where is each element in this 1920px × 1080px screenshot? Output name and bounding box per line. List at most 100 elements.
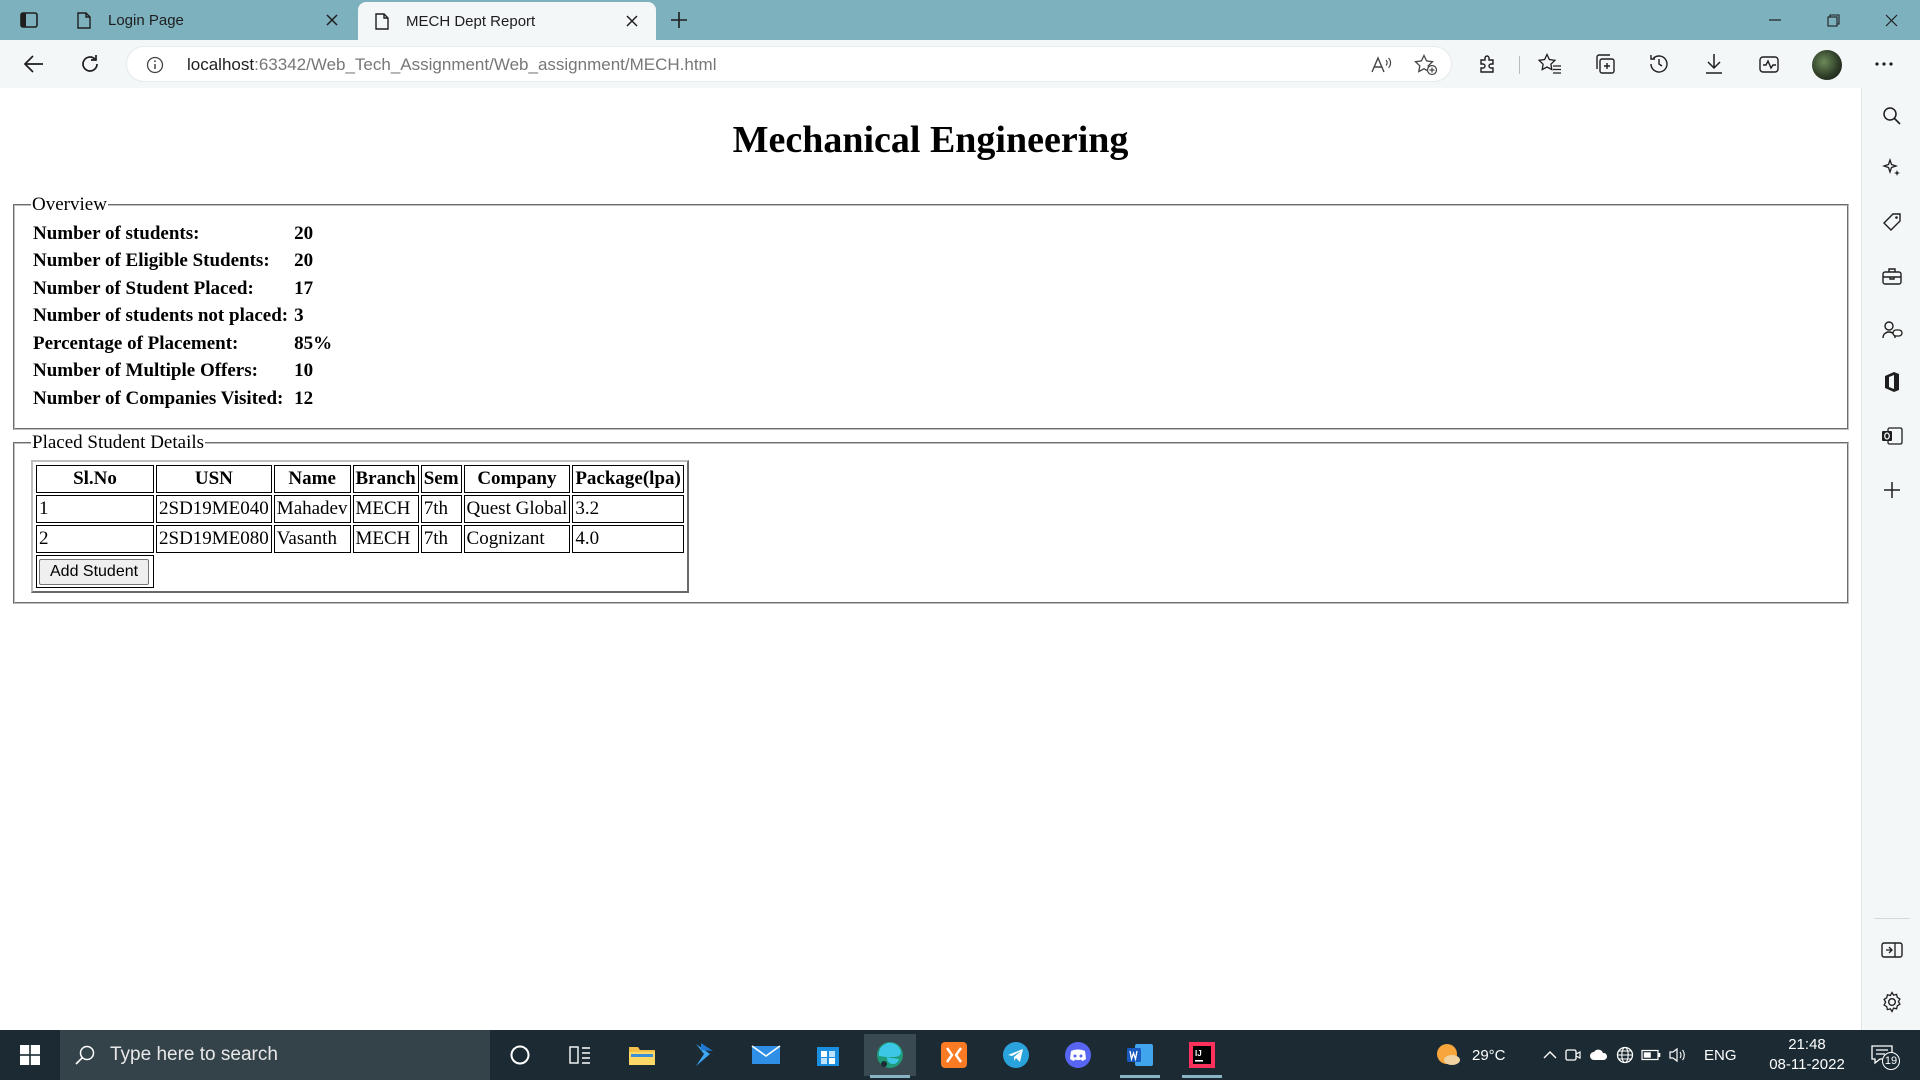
table-cell: 2SD19ME080	[156, 525, 272, 553]
edge-app[interactable]	[864, 1034, 916, 1078]
weather-widget[interactable]: 29°C	[1434, 1030, 1506, 1080]
games-icon	[1882, 321, 1903, 339]
close-window-button[interactable]	[1862, 0, 1920, 40]
url-text[interactable]: localhost:63342/Web_Tech_Assignment/Web_…	[187, 55, 717, 75]
sidebar-search-button[interactable]	[1876, 100, 1908, 132]
close-icon[interactable]	[622, 11, 642, 31]
new-tab-button[interactable]	[664, 6, 694, 34]
overview-row: Number of Multiple Offers: 10	[31, 358, 334, 386]
table-cell: 1	[36, 495, 154, 523]
column-header: Sem	[420, 465, 462, 493]
meet-now-icon[interactable]	[1560, 1047, 1586, 1063]
collections-button[interactable]	[1587, 48, 1623, 80]
history-button[interactable]	[1641, 48, 1677, 80]
add-favorite-button[interactable]	[1411, 50, 1441, 80]
mail-app[interactable]	[740, 1034, 792, 1076]
sidebar-tools-button[interactable]	[1876, 260, 1908, 292]
table-header-row: Sl.No USN Name Branch Sem Company Packag…	[36, 465, 684, 493]
overview-label: Number of Multiple Offers:	[33, 360, 258, 382]
notification-count-badge: 19	[1882, 1052, 1900, 1070]
add-student-button[interactable]: Add Student	[39, 559, 150, 585]
tab-mech-dept-report[interactable]: MECH Dept Report	[358, 2, 656, 40]
word-app[interactable]	[1114, 1034, 1166, 1078]
sidebar-office-button[interactable]	[1876, 366, 1908, 398]
more-menu-button[interactable]	[1866, 48, 1902, 80]
toolbox-icon	[1882, 268, 1902, 285]
close-icon[interactable]	[322, 10, 342, 30]
chevron-up-icon[interactable]	[1540, 1051, 1560, 1059]
sidebar-discover-button[interactable]	[1876, 152, 1908, 184]
intellij-icon: IJ	[1189, 1042, 1215, 1068]
vscode-app[interactable]	[678, 1034, 730, 1076]
clock-time: 21:48	[1788, 1036, 1826, 1053]
taskbar-search[interactable]: Type here to search	[60, 1030, 490, 1080]
performance-button[interactable]	[1751, 48, 1787, 80]
folder-icon	[629, 1047, 655, 1065]
restore-button[interactable]	[1804, 0, 1862, 40]
sidebar-settings-button[interactable]	[1876, 986, 1908, 1018]
overview-label: Percentage of Placement:	[33, 332, 239, 354]
profile-avatar[interactable]	[1812, 50, 1842, 80]
info-icon[interactable]	[145, 55, 165, 75]
sidebar-shopping-button[interactable]	[1876, 206, 1908, 238]
store-app[interactable]	[802, 1034, 854, 1076]
onedrive-cloud-icon[interactable]	[1586, 1049, 1612, 1061]
battery-icon[interactable]	[1638, 1049, 1664, 1061]
table-cell: Mahadev	[273, 495, 351, 523]
sidebar-hide-button[interactable]	[1876, 934, 1908, 966]
tab-label: MECH Dept Report	[406, 12, 536, 30]
column-header: USN	[156, 465, 272, 493]
outlook-icon	[1882, 427, 1903, 445]
back-button[interactable]	[16, 48, 52, 80]
read-aloud-button[interactable]	[1367, 50, 1397, 80]
favorites-icon	[1538, 53, 1561, 74]
reload-button[interactable]	[72, 48, 108, 80]
minimize-button[interactable]	[1746, 0, 1804, 40]
sidebar-outlook-button[interactable]	[1876, 420, 1908, 452]
url-path: :63342/Web_Tech_Assignment/Web_assignmen…	[254, 55, 717, 74]
tab-login-page[interactable]: Login Page	[60, 0, 356, 40]
downloads-button[interactable]	[1696, 48, 1732, 80]
discord-app[interactable]	[1052, 1034, 1104, 1076]
telegram-app[interactable]	[990, 1034, 1042, 1076]
cortana-button[interactable]	[494, 1034, 546, 1076]
overview-value: 20	[294, 250, 314, 272]
telegram-icon	[1003, 1042, 1029, 1068]
start-button[interactable]	[8, 1035, 52, 1075]
read-aloud-icon	[1371, 56, 1392, 73]
search-placeholder: Type here to search	[110, 1044, 278, 1065]
hide-sidebar-icon	[1881, 942, 1903, 958]
xampp-app[interactable]	[928, 1034, 980, 1076]
globe-network-icon[interactable]	[1612, 1046, 1638, 1064]
cortana-icon	[510, 1045, 530, 1065]
volume-icon[interactable]	[1664, 1047, 1690, 1063]
task-view-button[interactable]	[554, 1034, 606, 1076]
sidebar-add-button[interactable]	[1876, 474, 1908, 506]
table-row: 1 2SD19ME040 Mahadev MECH 7th Quest Glob…	[36, 495, 684, 523]
overview-label: Number of Eligible Students:	[33, 250, 270, 272]
tab-label: Login Page	[108, 11, 184, 29]
notification-center-button[interactable]: 19	[1862, 1038, 1902, 1072]
system-tray: ENG	[1540, 1030, 1737, 1080]
intellij-app[interactable]: IJ	[1176, 1034, 1228, 1078]
page-icon	[372, 11, 392, 31]
plus-icon	[1884, 482, 1900, 498]
discord-icon	[1065, 1042, 1091, 1068]
close-icon	[1885, 14, 1897, 26]
file-explorer-app[interactable]	[616, 1034, 668, 1076]
overview-label: Number of Companies Visited:	[33, 387, 284, 409]
sparkle-icon	[1882, 158, 1900, 176]
favorites-button[interactable]	[1532, 48, 1568, 80]
tab-actions-button[interactable]	[16, 8, 42, 32]
overview-row: Number of Companies Visited: 12	[31, 385, 334, 413]
extensions-button[interactable]	[1470, 48, 1506, 80]
overview-row: Number of Eligible Students: 20	[31, 248, 334, 276]
overview-label: Number of students:	[33, 222, 200, 244]
history-icon	[1650, 55, 1668, 73]
table-cell: 7th	[420, 495, 462, 523]
taskbar-clock[interactable]: 21:48 08-11-2022	[1762, 1035, 1852, 1075]
language-indicator[interactable]: ENG	[1704, 1047, 1737, 1064]
address-bar[interactable]: localhost:63342/Web_Tech_Assignment/Web_…	[126, 46, 1452, 82]
overview-row: Number of students: 20	[31, 220, 334, 248]
sidebar-games-button[interactable]	[1876, 314, 1908, 346]
